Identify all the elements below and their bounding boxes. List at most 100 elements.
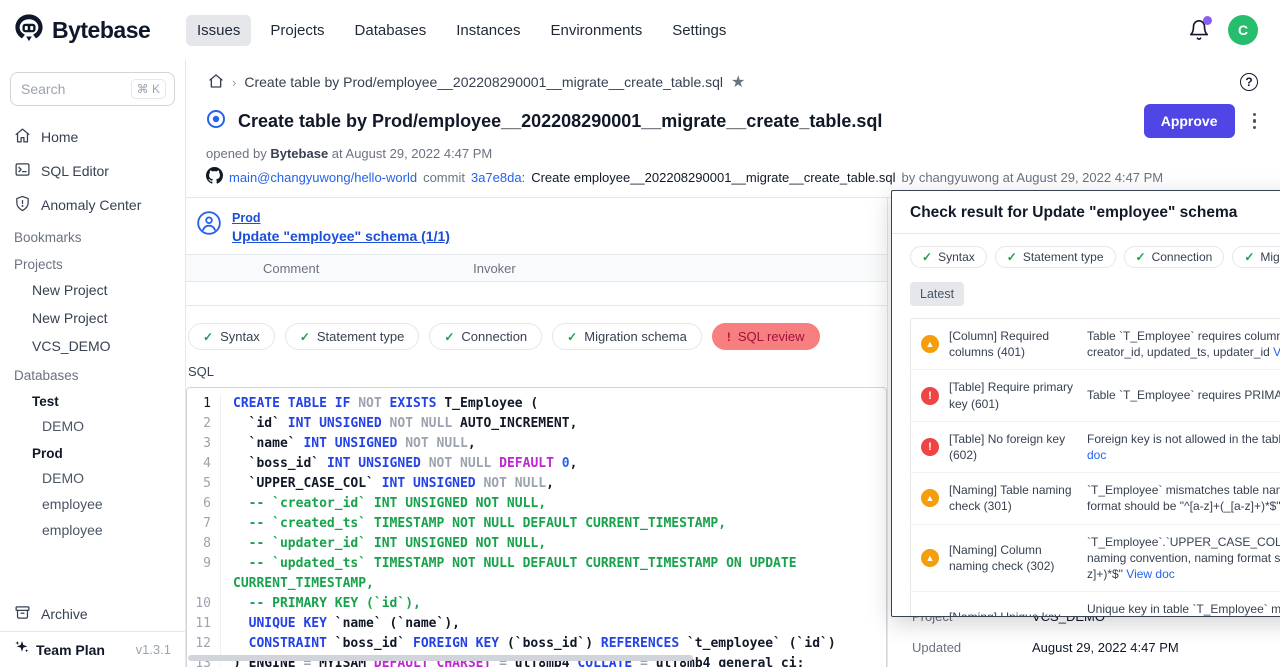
warning-icon: ▲	[921, 489, 939, 507]
breadcrumb-chevron: ›	[232, 75, 236, 90]
badge-label: Connection	[1152, 250, 1213, 264]
error-icon: !	[921, 438, 939, 456]
nav-item-projects[interactable]: Projects	[259, 15, 335, 46]
sidebar-item-sql-editor[interactable]: SQL Editor	[0, 154, 185, 188]
check-description: Table `T_Employee` requires PRIMARY KEY …	[1087, 387, 1280, 403]
badge-label: Migration schema	[584, 329, 687, 344]
projects-section-label: Projects	[0, 249, 185, 276]
line-number: 5	[187, 474, 221, 494]
nav-item-issues[interactable]: Issues	[186, 15, 251, 46]
kebab-menu-icon[interactable]	[1251, 111, 1259, 132]
horizontal-scrollbar[interactable]	[188, 655, 693, 661]
check-result-row: ▲[Naming] Unique key naming check (304)U…	[911, 592, 1280, 617]
check-category: [Table] Require primary key (601)	[949, 379, 1087, 411]
check-result-row: ▲[Naming] Column naming check (302)`T_Em…	[911, 525, 1280, 593]
code-line: 7 -- `created_ts` TIMESTAMP NOT NULL DEF…	[187, 514, 886, 534]
check-description: Foreign key is not allowed in the table …	[1087, 431, 1280, 463]
check-badge-connection[interactable]: ✓Connection	[1124, 246, 1225, 268]
badge-label: Migration schema	[1260, 250, 1280, 264]
view-doc-link[interactable]: View doc	[1087, 432, 1280, 462]
code-line: 4 `boss_id` INT UNSIGNED NOT NULL DEFAUL…	[187, 454, 886, 474]
line-number: 10	[187, 594, 221, 614]
bookmarks-section-label: Bookmarks	[0, 222, 185, 249]
nav-item-instances[interactable]: Instances	[445, 15, 531, 46]
nav-item-settings[interactable]: Settings	[661, 15, 737, 46]
check-badge-statement-type[interactable]: ✓Statement type	[995, 246, 1116, 268]
check-badge-sql-review[interactable]: !SQL review	[712, 323, 820, 350]
check-badge-connection[interactable]: ✓ Connection	[429, 323, 542, 350]
line-number: 6	[187, 494, 221, 514]
view-doc-link[interactable]: View doc	[1126, 567, 1174, 581]
code-line: 6 -- `creator_id` INT UNSIGNED NOT NULL,	[187, 494, 886, 514]
code-text: -- `creator_id` INT UNSIGNED NOT NULL,	[233, 494, 865, 514]
stage-card[interactable]: Prod Update "employee" schema (1/1)	[186, 198, 887, 255]
latest-button[interactable]: Latest	[910, 282, 964, 306]
check-result-row: ![Table] Require primary key (601)Table …	[911, 370, 1280, 421]
sql-code-viewer[interactable]: 1CREATE TABLE IF NOT EXISTS T_Employee (…	[186, 387, 887, 667]
check-result-row: ▲[Column] Required columns (401)Table `T…	[911, 319, 1280, 370]
check-badge-statement-type[interactable]: ✓Statement type	[285, 323, 420, 350]
sidebar-item-home[interactable]: Home	[0, 120, 185, 154]
check-badge-syntax[interactable]: ✓Syntax	[188, 323, 275, 350]
badge-label: Statement type	[1023, 250, 1104, 264]
sidebar-project-new-project[interactable]: New Project	[0, 304, 185, 332]
check-result-row: ![Table] No foreign key (602)Foreign key…	[911, 422, 1280, 473]
issue-status-icon	[206, 109, 226, 134]
sidebar: Search ⌘ K HomeSQL EditorAnomaly Center …	[0, 60, 186, 667]
badge-label: Connection	[461, 329, 527, 344]
warning-icon: ▲	[921, 335, 939, 353]
notifications-bell-icon[interactable]	[1188, 19, 1210, 41]
check-icon: ✓	[203, 330, 213, 344]
check-badge-migration-schema[interactable]: ✓ Migration schema	[1232, 246, 1280, 268]
check-icon: ✓	[922, 250, 932, 264]
breadcrumb-path[interactable]: Create table by Prod/employee__202208290…	[244, 74, 723, 90]
task-run-table: CommentInvoker	[186, 255, 887, 306]
sidebar-db-employee[interactable]: employee	[0, 517, 185, 543]
code-text: CREATE TABLE IF NOT EXISTS T_Employee (	[233, 394, 865, 414]
search-input[interactable]: Search ⌘ K	[10, 72, 175, 106]
nav-item-environments[interactable]: Environments	[539, 15, 653, 46]
plan-footer[interactable]: Team Plan v1.3.1	[0, 631, 185, 667]
check-category: [Naming] Table naming check (301)	[949, 482, 1087, 514]
modal-badge-row: ✓Syntax✓Statement type✓Connection✓Migrat…	[892, 234, 1280, 268]
sidebar-db-employee[interactable]: employee	[0, 491, 185, 517]
user-avatar[interactable]: C	[1228, 15, 1258, 45]
line-number: 11	[187, 614, 221, 634]
check-icon: ✓	[1244, 250, 1254, 264]
stage-task-link[interactable]: Update "employee" schema (1/1)	[232, 228, 450, 244]
check-result-modal: Check result for Update "employee" schem…	[891, 190, 1280, 617]
approve-button[interactable]: Approve	[1144, 104, 1235, 138]
nav-item-databases[interactable]: Databases	[344, 15, 438, 46]
vcs-branch-link[interactable]: main@changyuwong/hello-world	[229, 170, 417, 185]
sidebar-project-new-project[interactable]: New Project	[0, 276, 185, 304]
check-icon: ✓	[567, 330, 577, 344]
check-category: [Naming] Unique key naming check (304)	[949, 609, 1087, 617]
check-badge-row: ✓Syntax ✓Statement type ✓ Connection ✓ Migrat…	[186, 306, 887, 350]
warning-icon: ▲	[921, 549, 939, 567]
sidebar-db-demo[interactable]: DEMO	[0, 465, 185, 491]
check-icon: ✓	[444, 330, 454, 344]
sidebar-item-anomaly-center[interactable]: Anomaly Center	[0, 188, 185, 222]
check-badge-migration-schema[interactable]: ✓ Migration schema	[552, 323, 702, 350]
issue-author: Bytebase	[270, 146, 328, 161]
sidebar-project-vcs-demo[interactable]: VCS_DEMO	[0, 332, 185, 360]
check-description: Table `T_Employee` requires columns: cre…	[1087, 328, 1280, 360]
sql-section-label: SQL	[186, 350, 887, 387]
code-text: -- PRIMARY KEY (`id`),	[233, 594, 865, 614]
bytebase-logo[interactable]: Bytebase	[14, 13, 186, 48]
code-text: CONSTRAINT `boss_id` FOREIGN KEY (`boss_…	[233, 634, 865, 654]
sidebar-env-test: Test	[0, 387, 185, 413]
sidebar-db-demo[interactable]: DEMO	[0, 413, 185, 439]
commit-hash-link[interactable]: 3a7e8da:	[471, 170, 525, 185]
help-icon[interactable]: ?	[1240, 73, 1258, 91]
stage-env-link[interactable]: Prod	[232, 211, 450, 225]
check-badge-syntax[interactable]: ✓Syntax	[910, 246, 987, 268]
meta-row-updated: UpdatedAugust 29, 2022 4:47 PM	[888, 632, 1280, 663]
view-doc-link[interactable]: View doc	[1273, 345, 1280, 359]
breadcrumb-home-icon[interactable]	[208, 73, 224, 92]
check-category: [Naming] Column naming check (302)	[949, 542, 1087, 574]
sidebar-item-archive[interactable]: Archive	[0, 597, 185, 631]
sql-editor-icon	[14, 161, 31, 181]
check-result-list: ▲[Column] Required columns (401)Table `T…	[910, 318, 1280, 617]
bookmark-star-icon[interactable]: ★	[731, 72, 745, 92]
